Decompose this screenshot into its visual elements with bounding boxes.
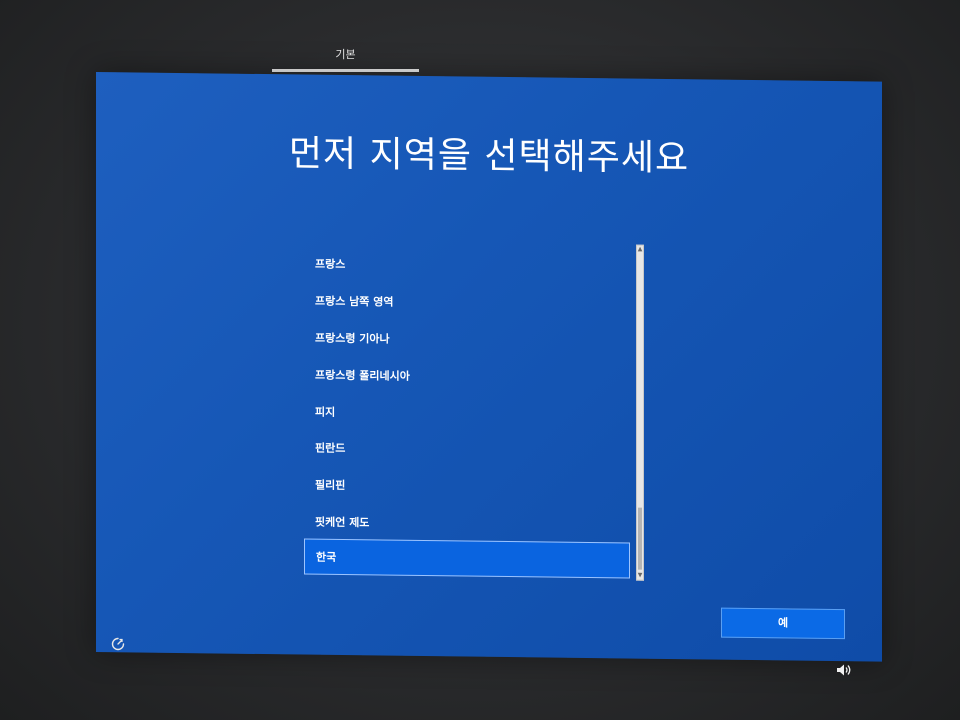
list-item-france[interactable]: 프랑스: [304, 247, 630, 287]
accessibility-icon[interactable]: [110, 636, 126, 652]
list-scrollbar[interactable]: ▲ ▼: [636, 244, 644, 581]
list-item-philippines[interactable]: 필리핀: [304, 468, 630, 508]
page-title: 먼저 지역을 선택해주세요: [288, 133, 690, 180]
chevron-up-icon[interactable]: ▲: [637, 246, 643, 254]
yes-button[interactable]: 예: [721, 607, 845, 640]
list-item-finland[interactable]: 핀란드: [304, 431, 630, 471]
chevron-down-icon[interactable]: ▼: [637, 572, 643, 580]
list-item-french-guiana[interactable]: 프랑스령 기아나: [304, 321, 630, 361]
region-list[interactable]: 프랑스 프랑스 남쪽 영역 프랑스령 기아나 프랑스령 폴리네시아 피지 핀란드…: [304, 241, 644, 581]
list-item-fiji[interactable]: 피지: [304, 395, 630, 435]
tab-basic[interactable]: 기본: [272, 44, 419, 72]
list-item-korea-selected[interactable]: 한국: [304, 538, 630, 579]
list-item-french-polynesia[interactable]: 프랑스령 폴리네시아: [304, 358, 630, 398]
scrollbar-thumb[interactable]: [638, 507, 642, 570]
list-item-french-southern-territories[interactable]: 프랑스 남쪽 영역: [304, 284, 630, 324]
setup-screen: 먼저 지역을 선택해주세요 프랑스 프랑스 남쪽 영역 프랑스령 기아나 프랑스…: [96, 72, 882, 662]
volume-icon[interactable]: [836, 663, 852, 677]
tab-active-indicator: [272, 69, 419, 72]
tab-basic-label: 기본: [335, 48, 356, 61]
